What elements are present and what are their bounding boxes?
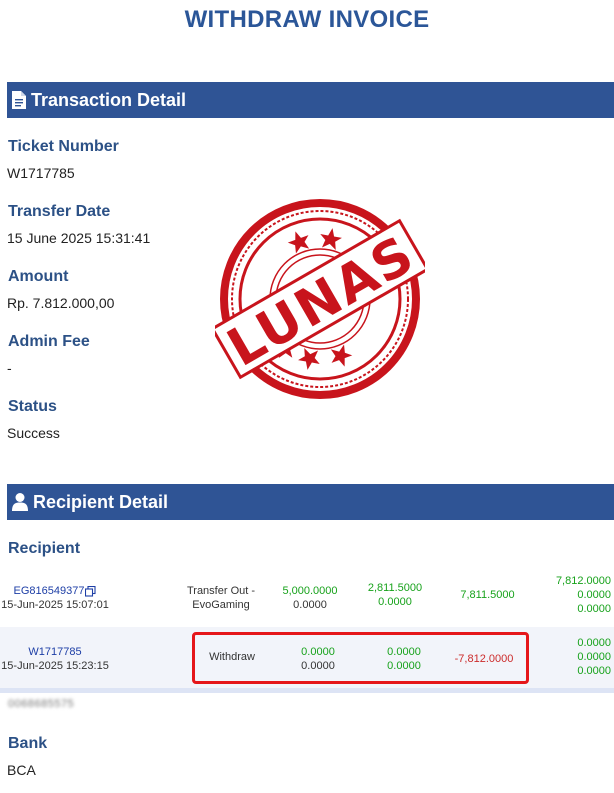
- ticket-number-value: W1717785: [7, 165, 75, 181]
- bank-label: Bank: [8, 735, 48, 752]
- transaction-type-provider: EvoGaming: [192, 599, 250, 611]
- redacted-account-number: 0068685575: [8, 698, 75, 710]
- bank-value: BCA: [7, 762, 36, 778]
- row-divider: [0, 688, 614, 693]
- transaction-datetime: 15-Jun-2025 15:23:15: [1, 660, 109, 672]
- highlight-box: [192, 632, 529, 684]
- balance-2: 0.0000: [577, 651, 611, 663]
- amount-label: Amount: [8, 268, 69, 285]
- transaction-amount: 7,811.5000: [460, 589, 515, 601]
- transaction-datetime: 15-Jun-2025 15:07:01: [1, 599, 109, 611]
- transfer-date-label: Transfer Date: [8, 203, 111, 220]
- balance-1: 0.0000: [577, 637, 611, 649]
- admin-fee-value: -: [7, 360, 12, 376]
- status-value: Success: [7, 425, 60, 441]
- recipient-detail-heading: Recipient Detail: [33, 491, 169, 512]
- col2-top-value: 2,811.5000: [367, 582, 423, 594]
- col1-top-value: 5,000.0000: [282, 585, 338, 597]
- admin-fee-label: Admin Fee: [8, 333, 90, 350]
- status-label: Status: [8, 398, 57, 415]
- transaction-type: Transfer Out -: [186, 585, 256, 597]
- recipient-detail-bar: Recipient Detail: [7, 484, 614, 520]
- transfer-date-value: 15 June 2025 15:31:41: [7, 230, 151, 246]
- col2-bottom-value: 0.0000: [378, 596, 412, 608]
- transaction-id-link[interactable]: EG816549377: [14, 584, 85, 598]
- col1-bottom-value: 0.0000: [293, 599, 327, 611]
- amount-value: Rp. 7.812.000,00: [7, 295, 115, 311]
- transaction-id-link[interactable]: W1717785: [0, 645, 110, 659]
- lunas-stamp: LUNAS: [215, 199, 425, 399]
- balance-3: 0.0000: [577, 603, 611, 615]
- balance-2: 0.0000: [577, 589, 611, 601]
- recipient-label: Recipient: [8, 540, 81, 557]
- balance-1: 7,812.0000: [555, 575, 611, 587]
- copy-icon[interactable]: [85, 585, 97, 597]
- balance-3: 0.0000: [577, 665, 611, 677]
- page-title: WITHDRAW INVOICE: [184, 6, 430, 33]
- user-icon: [12, 493, 28, 511]
- transaction-detail-bar: Transaction Detail: [7, 82, 614, 118]
- transaction-detail-heading: Transaction Detail: [31, 89, 187, 110]
- table-row: EG816549377 15-Jun-2025 15:07:01 Transfe…: [0, 567, 614, 625]
- document-icon: [12, 91, 26, 109]
- ticket-number-label: Ticket Number: [8, 138, 119, 155]
